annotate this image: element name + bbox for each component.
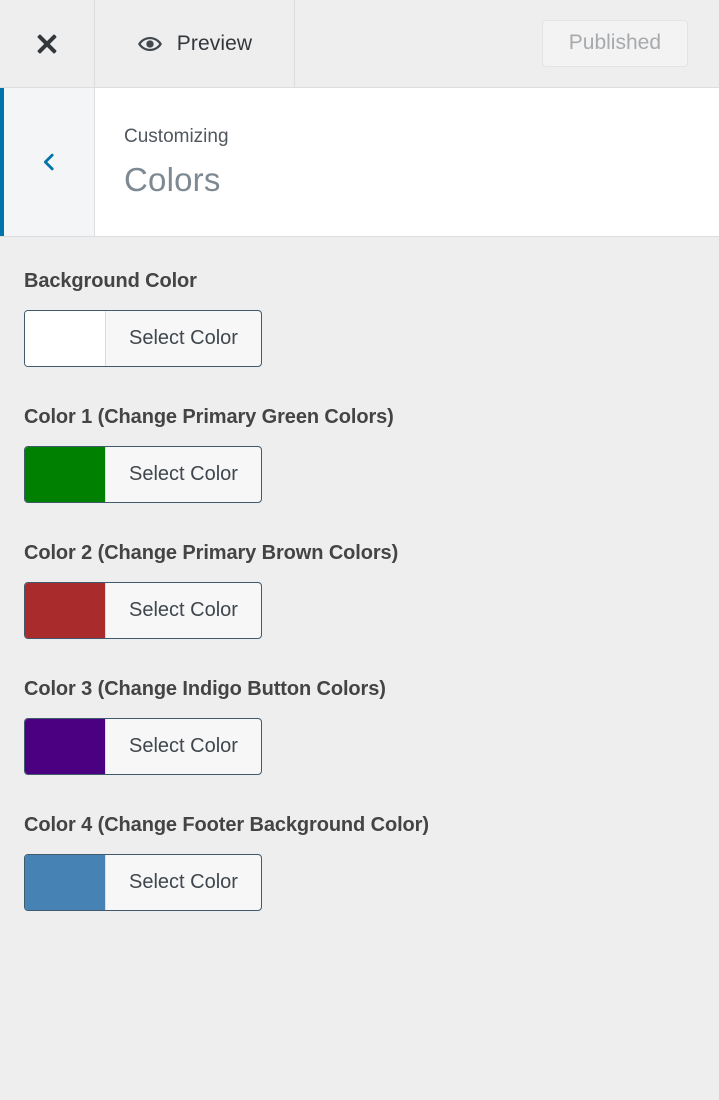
control-label: Background Color [24, 270, 197, 292]
preview-button[interactable]: Preview [95, 0, 295, 87]
select-color-label: Select Color [129, 327, 238, 349]
panel-title-group: Customizing Colors [95, 88, 719, 236]
color-swatch [25, 311, 106, 366]
published-button[interactable]: Published [541, 20, 688, 67]
eye-icon [137, 36, 162, 51]
control-background-color: Background Color Select Color [24, 269, 695, 371]
customizing-kicker: Customizing [124, 125, 229, 147]
control-color-4: Color 4 (Change Footer Background Color)… [24, 813, 695, 915]
customizer-header: Preview Published [0, 0, 719, 88]
publish-area: Published [541, 0, 719, 87]
close-customizer-button[interactable] [0, 0, 95, 87]
header-spacer [295, 0, 542, 87]
select-color-label: Select Color [129, 599, 238, 621]
color-picker-button[interactable]: Select Color [24, 854, 262, 911]
preview-label: Preview [176, 31, 253, 55]
back-button[interactable] [0, 88, 95, 236]
color-swatch [25, 855, 106, 910]
control-label: Color 2 (Change Primary Brown Colors) [24, 542, 399, 564]
control-color-3: Color 3 (Change Indigo Button Colors) Se… [24, 677, 695, 779]
select-color-label: Select Color [129, 735, 238, 757]
control-color-2: Color 2 (Change Primary Brown Colors) Se… [24, 541, 695, 643]
customizing-panel-header: Customizing Colors [0, 88, 719, 237]
select-color-label: Select Color [129, 463, 238, 485]
control-color-1: Color 1 (Change Primary Green Colors) Se… [24, 405, 695, 507]
close-icon [34, 31, 60, 57]
color-picker-button[interactable]: Select Color [24, 582, 262, 639]
color-picker-button[interactable]: Select Color [24, 718, 262, 775]
chevron-left-icon [43, 153, 54, 171]
color-picker-button[interactable]: Select Color [24, 446, 262, 503]
controls-list: Background Color Select Color Color 1 (C… [0, 237, 719, 915]
page-title: Colors [124, 160, 221, 198]
color-swatch [25, 719, 106, 774]
color-swatch [25, 447, 106, 502]
control-label: Color 1 (Change Primary Green Colors) [24, 406, 394, 428]
color-picker-button[interactable]: Select Color [24, 310, 262, 367]
control-label: Color 3 (Change Indigo Button Colors) [24, 678, 386, 700]
control-label: Color 4 (Change Footer Background Color) [24, 814, 429, 836]
select-color-label: Select Color [129, 871, 238, 893]
color-swatch [25, 583, 106, 638]
